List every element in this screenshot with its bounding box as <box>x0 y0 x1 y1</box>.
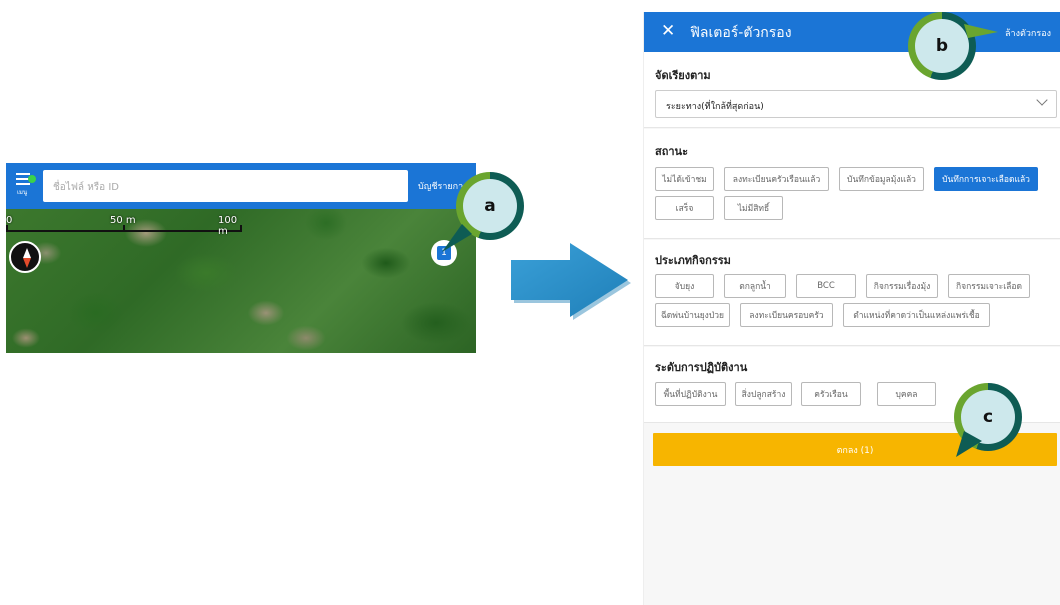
map-screen: เมนู ชื่อไฟล์ หรือ ID บัญชีรายการ 0 50 m… <box>6 163 476 353</box>
compass-icon[interactable] <box>9 241 41 273</box>
level-chip-person[interactable]: บุคคล <box>877 382 936 406</box>
menu-icon[interactable] <box>14 169 36 203</box>
callout-a-pointer <box>442 224 472 252</box>
callout-b-label: b <box>915 19 969 73</box>
scale-label-mid: 50 m <box>110 215 136 226</box>
status-chip-household-registered[interactable]: ลงทะเบียนครัวเรือนแล้ว <box>724 167 829 191</box>
callout-c-pointer <box>956 431 982 457</box>
activity-chip-suspected-source[interactable]: ตำแหน่งที่คาดว่าเป็นแหล่งแพร่เชื้อ <box>843 303 990 327</box>
chevron-down-icon <box>1036 94 1048 106</box>
sort-heading: จัดเรียงตาม <box>655 69 711 82</box>
filter-title: ฟิลเตอร์-ตัวกรอง <box>690 25 792 41</box>
transition-arrow-icon <box>511 243 631 320</box>
status-chip-blood-recorded[interactable]: บันทึกการเจาะเลือดแล้ว <box>934 167 1038 191</box>
activity-chip-family-registration[interactable]: ลงทะเบียนครอบครัว <box>740 303 833 327</box>
sort-section: จัดเรียงตาม ระยะทาง(ที่ใกล้ที่สุดก่อน) <box>644 52 1060 128</box>
map-top-bar: เมนู ชื่อไฟล์ หรือ ID บัญชีรายการ <box>6 163 476 209</box>
activity-chip-net-activity[interactable]: กิจกรรมเรื่องมุ้ง <box>866 274 938 298</box>
callout-c: c <box>954 383 1022 457</box>
status-chip-not-visited[interactable]: ไม่ได้เข้าชม <box>655 167 714 191</box>
activity-chip-larvae[interactable]: ตกลูกน้ำ <box>724 274 786 298</box>
filter-panel: ✕ ฟิลเตอร์-ตัวกรอง ล้างตัวกรอง จัดเรียงต… <box>643 12 1060 605</box>
activity-chip-bcc[interactable]: BCC <box>796 274 856 298</box>
menu-label: เมนู <box>17 189 28 196</box>
scale-label-zero: 0 <box>6 215 13 226</box>
activity-chip-blood-activity[interactable]: กิจกรรมเจาะเลือด <box>948 274 1030 298</box>
activity-section: ประเภทกิจกรรม จับยุง ตกลูกน้ำ BCC กิจกรร… <box>644 240 1060 346</box>
callout-b: b <box>908 12 998 80</box>
online-status-dot <box>28 175 36 183</box>
level-heading: ระดับการปฏิบัติงาน <box>655 361 748 374</box>
close-icon[interactable]: ✕ <box>661 21 675 41</box>
status-chip-net-recorded[interactable]: บันทึกข้อมูลมุ้งแล้ว <box>839 167 924 191</box>
level-chip-household[interactable]: ครัวเรือน <box>801 382 861 406</box>
sort-selected-value: ระยะทาง(ที่ใกล้ที่สุดก่อน) <box>666 102 764 112</box>
level-chip-work-area[interactable]: พื้นที่ปฏิบัติงาน <box>655 382 726 406</box>
status-chip-done[interactable]: เสร็จ <box>655 196 714 220</box>
activity-chip-catch-mosquito[interactable]: จับยุง <box>655 274 714 298</box>
callout-b-pointer <box>964 24 998 38</box>
status-section: สถานะ ไม่ได้เข้าชม ลงทะเบียนครัวเรือนแล้… <box>644 129 1060 239</box>
status-heading: สถานะ <box>655 145 688 158</box>
sort-select[interactable]: ระยะทาง(ที่ใกล้ที่สุดก่อน) <box>655 90 1057 118</box>
search-input[interactable]: ชื่อไฟล์ หรือ ID <box>43 170 408 202</box>
activity-heading: ประเภทกิจกรรม <box>655 254 731 267</box>
level-chip-building[interactable]: สิ่งปลูกสร้าง <box>735 382 792 406</box>
activity-chip-spraying[interactable]: ฉีดพ่นบ้านยุงป่วย <box>655 303 730 327</box>
status-chip-no-permission[interactable]: ไม่มีสิทธิ์ <box>724 196 783 220</box>
scale-label-end: 100 m <box>218 215 238 237</box>
map-scale-bar: 0 50 m 100 m <box>6 215 246 237</box>
callout-a: a <box>442 172 524 252</box>
clear-filter-button[interactable]: ล้างตัวกรอง <box>1005 26 1051 40</box>
